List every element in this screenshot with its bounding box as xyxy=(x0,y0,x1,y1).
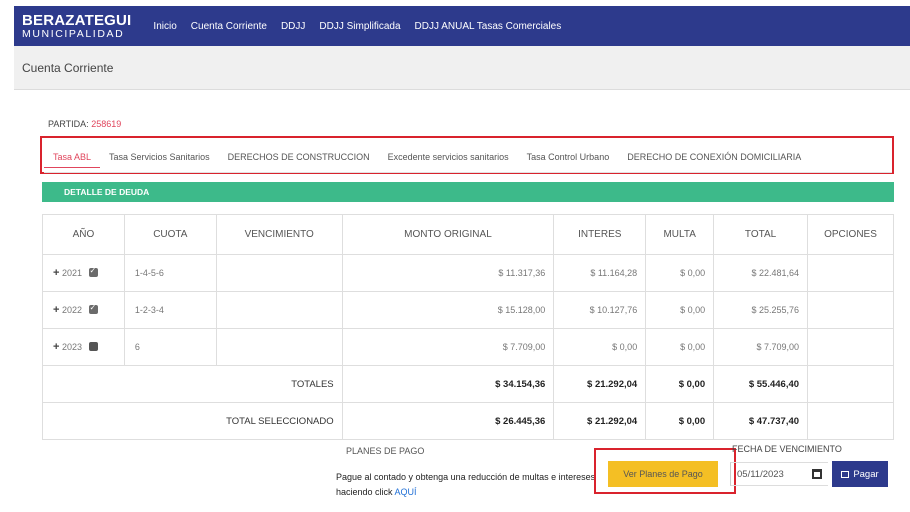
year-value: 2022 xyxy=(61,305,82,315)
total-cell: $ 25.255,76 xyxy=(713,291,809,329)
table-header-row: AÑO CUOTA VENCIMIENTO MONTO ORIGINAL INT… xyxy=(42,214,894,255)
interes-cell: $ 11.164,28 xyxy=(553,254,647,292)
multa-cell: $ 0,00 xyxy=(645,291,715,329)
header-monto: MONTO ORIGINAL xyxy=(341,214,555,255)
year-cell: + 2022 xyxy=(42,291,125,329)
checkbox-checked-icon[interactable] xyxy=(88,266,98,277)
table-row: + 2023 6 $ 7.709,00 $ 0,00 $ 0,00 $ 7.70… xyxy=(42,328,894,366)
seleccionado-monto: $ 26.445,36 xyxy=(341,402,555,440)
pagar-button[interactable]: Pagar xyxy=(832,461,888,487)
totales-monto: $ 34.154,36 xyxy=(341,365,555,403)
debt-table: AÑO CUOTA VENCIMIENTO MONTO ORIGINAL INT… xyxy=(42,214,894,440)
header-vencimiento: VENCIMIENTO xyxy=(215,214,343,255)
cuota-cell: 1-2-3-4 xyxy=(123,291,217,329)
section-header: DETALLE DE DEUDA xyxy=(42,182,894,202)
planes-description: Pague al contado y obtenga una reducción… xyxy=(336,470,596,500)
table-row: + 2021 1-4-5-6 $ 11.317,36 $ 11.164,28 $… xyxy=(42,254,894,292)
header-cuota: CUOTA xyxy=(123,214,217,255)
section-title: DETALLE DE DEUDA xyxy=(64,187,150,197)
seleccionado-row: TOTAL SELECCIONADO $ 26.445,36 $ 21.292,… xyxy=(42,402,894,440)
opciones-cell xyxy=(807,328,894,366)
header-interes: INTERES xyxy=(553,214,647,255)
tabs-divider xyxy=(44,172,892,173)
partida-label: PARTIDA: xyxy=(48,119,89,129)
brand-logo[interactable]: BERAZATEGUI MUNICIPALIDAD xyxy=(14,13,131,40)
page-title: Cuenta Corriente xyxy=(22,61,114,75)
nav-item-ddjj-simplificada[interactable]: DDJJ Simplificada xyxy=(319,21,400,32)
interes-cell: $ 0,00 xyxy=(553,328,647,366)
expand-icon[interactable]: + xyxy=(53,304,59,316)
seleccionado-multa: $ 0,00 xyxy=(645,402,715,440)
checkbox-unchecked-icon[interactable] xyxy=(88,342,98,351)
tab-control-urbano[interactable]: Tasa Control Urbano xyxy=(518,152,619,168)
table-row: + 2022 1-2-3-4 $ 15.128,00 $ 10.127,76 $… xyxy=(42,291,894,329)
nav-item-ddjj-anual[interactable]: DDJJ ANUAL Tasas Comerciales xyxy=(415,21,562,32)
brand-line2: MUNICIPALIDAD xyxy=(22,27,125,40)
header-opciones: OPCIONES xyxy=(807,214,894,255)
fecha-title: FECHA DE VENCIMIENTO xyxy=(732,444,842,454)
checkbox-checked-icon[interactable] xyxy=(88,303,98,314)
total-cell: $ 22.481,64 xyxy=(713,254,809,292)
opciones-cell xyxy=(807,254,894,292)
tab-excedente-sanitarios[interactable]: Excedente servicios sanitarios xyxy=(379,152,518,168)
totales-row: TOTALES $ 34.154,36 $ 21.292,04 $ 0,00 $… xyxy=(42,365,894,403)
vencimiento-cell xyxy=(215,328,343,366)
cuota-cell: 6 xyxy=(123,328,217,366)
year-value: 2023 xyxy=(61,342,82,352)
totales-label: TOTALES xyxy=(42,365,343,403)
nav-item-ddjj[interactable]: DDJJ xyxy=(281,21,305,32)
monto-cell: $ 7.709,00 xyxy=(341,328,555,366)
planes-text: Pague al contado y obtenga una reducción… xyxy=(336,472,596,497)
seleccionado-interes: $ 21.292,04 xyxy=(553,402,647,440)
partida-info: PARTIDA: 258619 xyxy=(48,119,121,129)
planes-title: PLANES DE PAGO xyxy=(346,446,425,456)
multa-cell: $ 0,00 xyxy=(645,328,715,366)
expand-icon[interactable]: + xyxy=(53,267,59,279)
tab-conexion-domiciliaria[interactable]: DERECHO DE CONEXIÓN DOMICILIARIA xyxy=(618,152,810,168)
ver-planes-button[interactable]: Ver Planes de Pago xyxy=(608,461,718,487)
totales-multa: $ 0,00 xyxy=(645,365,715,403)
nav-item-cuenta-corriente[interactable]: Cuenta Corriente xyxy=(191,21,267,32)
top-navbar: BERAZATEGUI MUNICIPALIDAD Inicio Cuenta … xyxy=(14,6,910,46)
expand-icon[interactable]: + xyxy=(53,341,59,353)
header-total: TOTAL xyxy=(713,214,809,255)
calendar-icon[interactable] xyxy=(812,469,822,479)
year-cell: + 2023 xyxy=(42,328,125,366)
tab-servicios-sanitarios[interactable]: Tasa Servicios Sanitarios xyxy=(100,152,219,168)
tabs-bar: Tasa ABL Tasa Servicios Sanitarios DEREC… xyxy=(44,152,810,168)
tab-tasa-abl[interactable]: Tasa ABL xyxy=(44,152,101,168)
page-header: Cuenta Corriente xyxy=(14,46,910,90)
pagar-label: Pagar xyxy=(853,468,879,480)
year-cell: + 2021 xyxy=(42,254,125,292)
aqui-link[interactable]: AQUÍ xyxy=(395,487,417,497)
main-panel: PARTIDA: 258619 Tasa ABL Tasa Servicios … xyxy=(30,104,910,512)
multa-cell: $ 0,00 xyxy=(645,254,715,292)
opciones-cell xyxy=(807,291,894,329)
total-cell: $ 7.709,00 xyxy=(713,328,809,366)
nav-item-inicio[interactable]: Inicio xyxy=(153,21,176,32)
header-ano: AÑO xyxy=(42,214,125,255)
cuota-cell: 1-4-5-6 xyxy=(123,254,217,292)
fecha-value: 05/11/2023 xyxy=(737,468,784,480)
totales-total: $ 55.446,40 xyxy=(713,365,809,403)
vencimiento-cell xyxy=(215,254,343,292)
monto-cell: $ 11.317,36 xyxy=(341,254,555,292)
seleccionado-empty xyxy=(807,402,894,440)
tab-derechos-construccion[interactable]: DERECHOS DE CONSTRUCCION xyxy=(219,152,379,168)
seleccionado-total: $ 47.737,40 xyxy=(713,402,809,440)
nav-menu: Inicio Cuenta Corriente DDJJ DDJJ Simpli… xyxy=(153,21,561,32)
monto-cell: $ 15.128,00 xyxy=(341,291,555,329)
interes-cell: $ 10.127,76 xyxy=(553,291,647,329)
brand-line1: BERAZATEGUI xyxy=(22,11,132,29)
vencimiento-cell xyxy=(215,291,343,329)
totales-empty xyxy=(807,365,894,403)
seleccionado-label: TOTAL SELECCIONADO xyxy=(42,402,343,440)
fecha-input[interactable]: 05/11/2023 xyxy=(730,462,828,486)
print-icon xyxy=(841,470,850,478)
partida-number: 258619 xyxy=(91,119,122,129)
totales-interes: $ 21.292,04 xyxy=(553,365,647,403)
year-value: 2021 xyxy=(61,268,82,278)
header-multa: MULTA xyxy=(645,214,715,255)
